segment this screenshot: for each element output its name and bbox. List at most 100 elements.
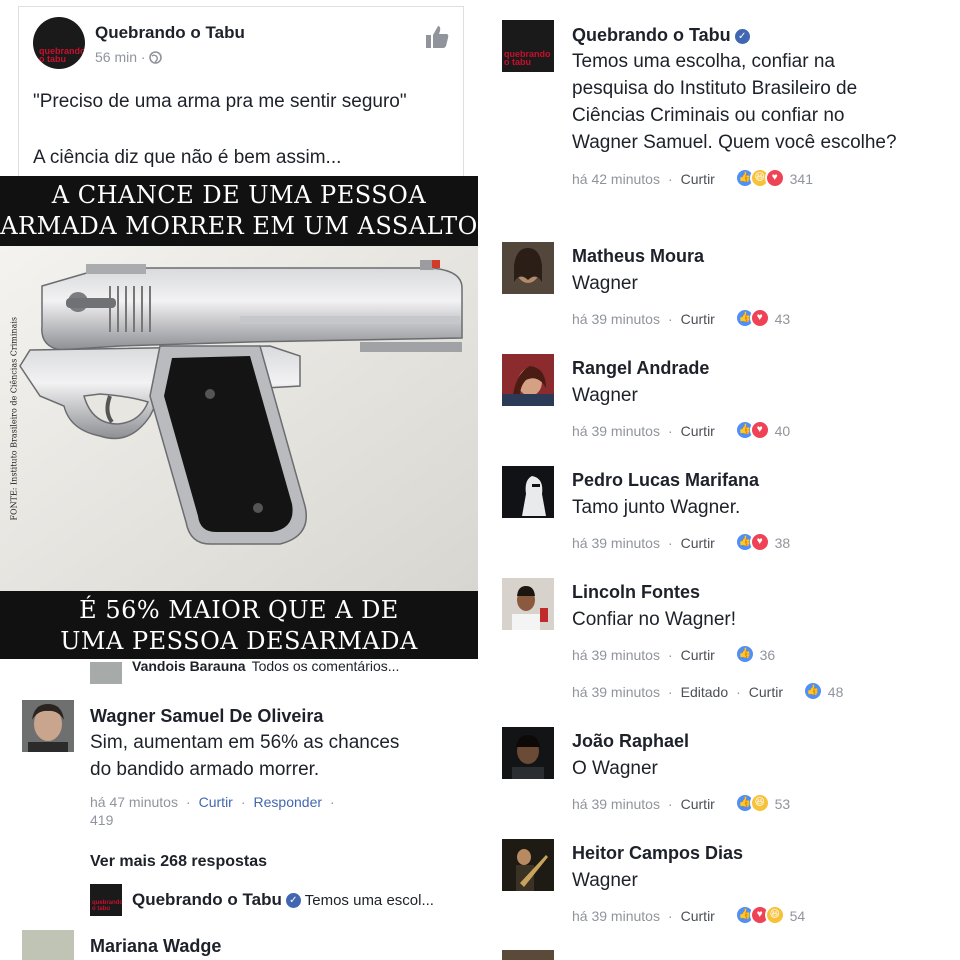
reply-preview[interactable]: Quebrando o Tabu ✓ Temos uma escol...	[132, 890, 434, 910]
post-timestamp[interactable]: 56 min ·	[95, 49, 163, 67]
avatar[interactable]	[502, 839, 554, 891]
reply-text: Temos uma escol...	[304, 892, 434, 909]
haha-reaction-icon: 😆	[749, 793, 770, 813]
comment-author[interactable]: Matheus Moura	[572, 246, 704, 267]
avatar[interactable]	[22, 930, 74, 960]
comment-author[interactable]: Rangel Andrade	[572, 358, 709, 379]
reactions[interactable]: 👍	[802, 681, 823, 704]
comment-author-name[interactable]: Quebrando o Tabu	[572, 25, 731, 45]
like-link[interactable]: Curtir	[681, 908, 715, 924]
comment-author[interactable]: Wagner Samuel De Oliveira	[90, 706, 323, 727]
like-link[interactable]: Curtir	[681, 171, 715, 187]
avatar[interactable]	[502, 950, 554, 960]
comment-meta: há 39 minutos · Curtir 👍 😆 53	[572, 793, 790, 816]
reactions[interactable]: 👍 😆 ♥	[734, 168, 785, 191]
verified-badge-icon: ✓	[285, 893, 301, 908]
page-avatar[interactable]: quebrando o tabu	[502, 20, 554, 72]
comment-text: O Wagner	[572, 758, 658, 779]
comment-meta: há 39 minutos · Curtir 👍 ♥ 38	[572, 532, 790, 555]
avatar[interactable]	[502, 466, 554, 518]
comment-author[interactable]: Pedro Lucas Marifana	[572, 470, 759, 491]
like-link[interactable]: Curtir	[681, 311, 715, 327]
edited-label[interactable]: Editado	[681, 684, 728, 700]
comment-text-line-1: Temos uma escolha, confiar na	[572, 51, 835, 72]
like-link[interactable]: Curtir	[681, 535, 715, 551]
comment-text: Wagner	[572, 385, 638, 406]
view-more-replies-link[interactable]: Ver mais 268 respostas	[90, 853, 267, 871]
comment-text-line-1: Sim, aumentam em 56% as chances	[90, 732, 400, 753]
like-link[interactable]: Curtir	[199, 794, 233, 810]
avatar[interactable]	[502, 727, 554, 779]
reaction-count: 40	[774, 423, 791, 439]
reactions[interactable]: 👍 ♥	[734, 532, 770, 555]
comment-meta: há 42 minutos · Curtir 👍 😆 ♥ 341	[572, 168, 813, 191]
avatar-logo-text: quebrando o tabu	[39, 46, 85, 64]
love-reaction-icon: ♥	[749, 420, 770, 440]
comment-text-line-2: pesquisa do Instituto Brasileiro de	[572, 78, 858, 99]
like-link[interactable]: Curtir	[749, 684, 783, 700]
comment-author: Quebrando o Tabu ✓	[572, 25, 750, 46]
meme-top-line-2: ARMADA MORRER EM UM ASSALTO	[0, 212, 478, 240]
page-avatar[interactable]: quebrando o tabu	[33, 17, 85, 69]
comment-author[interactable]: João Raphael	[572, 731, 689, 752]
comment-text: Sim, aumentam em 56% as chances do bandi…	[90, 729, 399, 783]
right-screenshot: quebrando o tabu Quebrando o Tabu ✓ Temos …	[478, 0, 960, 960]
comment-author[interactable]: Vandois Barauna	[132, 658, 246, 674]
comment-time[interactable]: há 39 minutos	[572, 796, 660, 812]
comment-text: Confiar no Wagner!	[572, 609, 737, 630]
comment-time[interactable]: há 39 minutos	[572, 311, 660, 327]
verified-badge-icon: ✓	[734, 29, 750, 44]
reactions[interactable]: 👍 😆	[734, 793, 770, 816]
like-reaction-icon: 👍	[734, 644, 755, 664]
comment-text: Tamo junto Wagner.	[572, 497, 741, 518]
comment-meta: há 39 minutos · Curtir 👍 ♥ 😆 54	[572, 905, 805, 928]
comment-time[interactable]: há 39 minutos	[572, 535, 660, 551]
love-reaction-icon: ♥	[764, 168, 785, 188]
post-header-card: quebrando o tabu Quebrando o Tabu 56 min …	[18, 6, 464, 181]
like-link[interactable]: Curtir	[681, 647, 715, 663]
reaction-count: 38	[774, 535, 791, 551]
like-reaction-icon: 👍	[802, 681, 823, 701]
globe-icon	[149, 51, 163, 67]
comment-time[interactable]: há 39 minutos	[572, 684, 660, 700]
comment-time[interactable]: há 42 minutos	[572, 171, 660, 187]
comment-author[interactable]: Lincoln Fontes	[572, 582, 700, 603]
meme-source-credit: FONTE: Instituto Brasileiro de Ciências …	[9, 317, 19, 521]
avatar[interactable]	[502, 242, 554, 294]
avatar[interactable]	[90, 662, 122, 684]
comment-meta: há 39 minutos · Curtir 👍 ♥ 43	[572, 308, 790, 331]
reactions[interactable]: 👍 ♥	[734, 420, 770, 443]
meme-image[interactable]: A CHANCE DE UMA PESSOA ARMADA MORRER EM …	[0, 176, 478, 659]
avatar[interactable]	[22, 700, 74, 752]
reaction-count: 48	[827, 684, 844, 700]
meme-top-caption: A CHANCE DE UMA PESSOA ARMADA MORRER EM …	[0, 176, 478, 246]
comment-author[interactable]: Mariana Wadge	[90, 936, 221, 957]
avatar[interactable]	[502, 578, 554, 630]
comment-text-line-2: do bandido armado morrer.	[90, 759, 320, 780]
comment-like-count[interactable]: 419	[90, 812, 113, 828]
comment-text: Wagner	[572, 273, 638, 294]
reply-page-avatar[interactable]: quebrando o tabu	[90, 884, 122, 916]
reaction-count: 43	[774, 311, 791, 327]
reply-author[interactable]: Quebrando o Tabu	[132, 890, 282, 909]
comment-time[interactable]: há 39 minutos	[572, 423, 660, 439]
reactions[interactable]: 👍 ♥	[734, 308, 770, 331]
comment-time[interactable]: há 39 minutos	[572, 647, 660, 663]
reactions[interactable]: 👍 ♥ 😆	[734, 905, 785, 928]
comment-text-line-3: Ciências Criminais ou confiar no	[572, 105, 845, 126]
avatar[interactable]	[502, 354, 554, 406]
reactions[interactable]: 👍	[734, 644, 755, 667]
avatar-logo-text: quebrando o tabu	[92, 900, 122, 912]
like-link[interactable]: Curtir	[681, 796, 715, 812]
like-page-icon[interactable]	[423, 23, 451, 51]
cut-comment-row: Vandois Barauna Todos os comentários...	[132, 658, 399, 674]
comment-meta: há 39 minutos · Curtir 👍 36	[572, 644, 775, 667]
post-time-text: 56 min	[95, 49, 138, 65]
comment-time[interactable]: há 39 minutos	[572, 908, 660, 924]
comment-author[interactable]: Heitor Campos Dias	[572, 843, 743, 864]
comment-text: Wagner	[572, 870, 638, 891]
page-name[interactable]: Quebrando o Tabu	[95, 23, 245, 43]
reply-link[interactable]: Responder	[254, 794, 323, 810]
comment-time[interactable]: há 47 minutos	[90, 794, 178, 810]
like-link[interactable]: Curtir	[681, 423, 715, 439]
